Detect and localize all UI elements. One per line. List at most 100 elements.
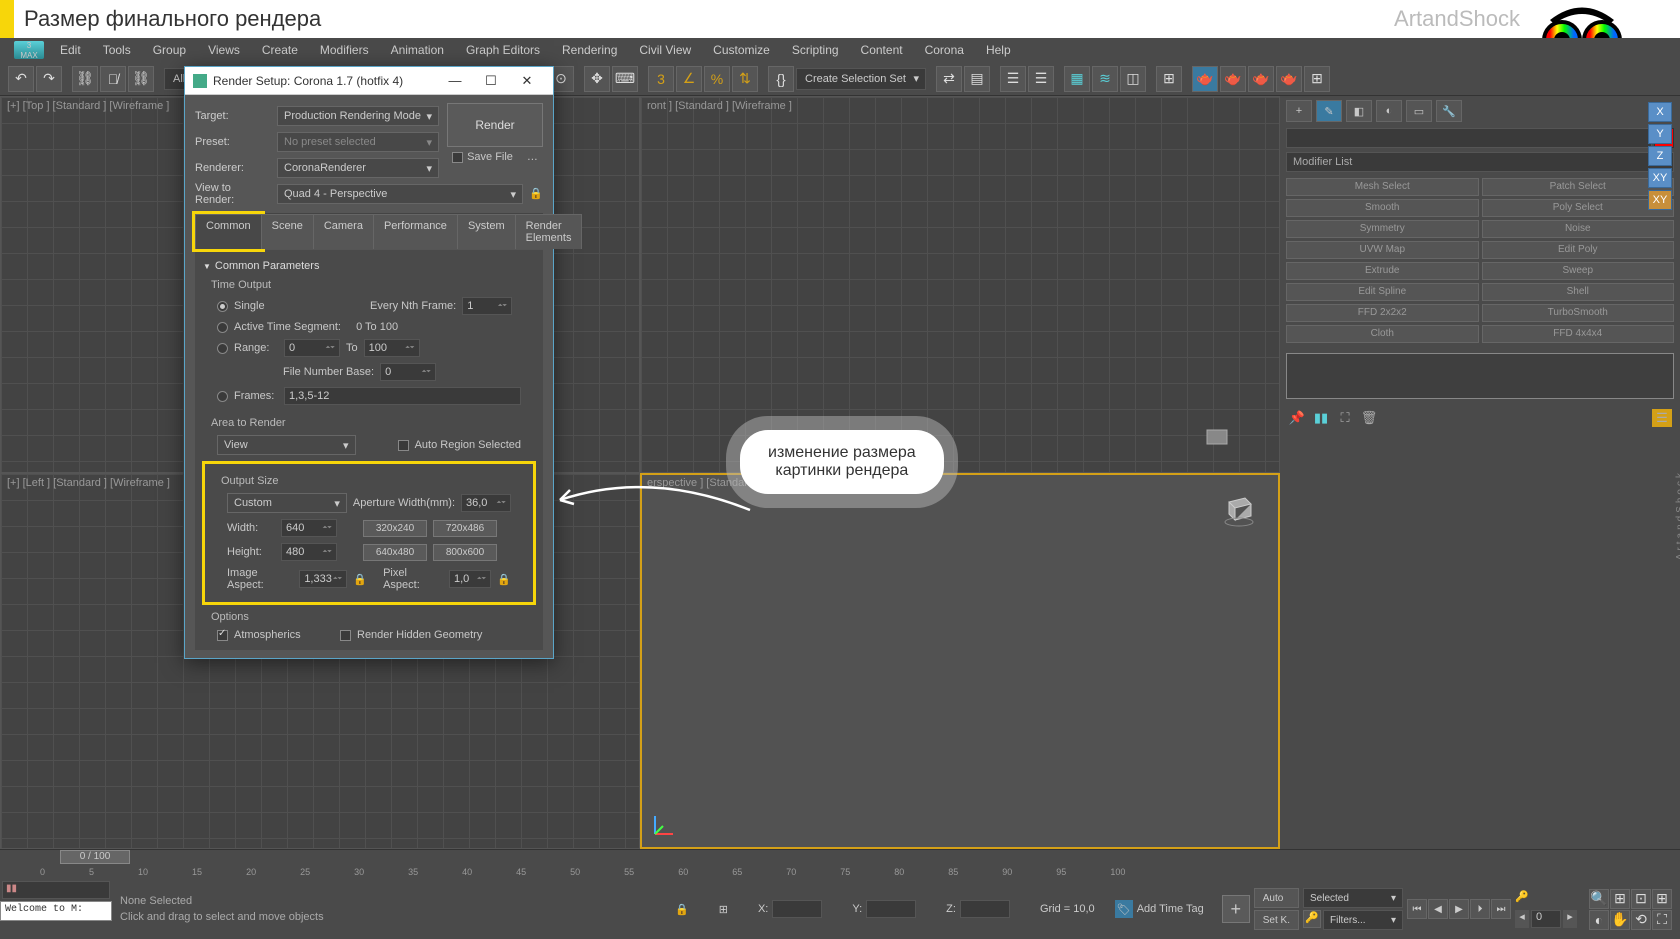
add-key-button[interactable]: +: [1222, 895, 1250, 923]
mod-symmetry[interactable]: Symmetry: [1286, 220, 1479, 238]
y-coord-input[interactable]: [866, 900, 916, 918]
pan-icon[interactable]: ✋: [1610, 910, 1630, 930]
modify-tab[interactable]: ✎: [1316, 100, 1342, 122]
menu-group[interactable]: Group: [143, 40, 196, 60]
setkey-button[interactable]: Set K.: [1254, 910, 1299, 930]
orbit-icon[interactable]: ⟲: [1631, 910, 1651, 930]
preset-320x240[interactable]: 320x240: [363, 520, 427, 537]
display-tab[interactable]: ▭: [1406, 100, 1432, 122]
keymode-icon[interactable]: 🔑: [1303, 910, 1321, 928]
menu-views[interactable]: Views: [198, 40, 250, 60]
maxscript-listener[interactable]: Welcome to M:: [0, 901, 112, 921]
frames-input[interactable]: [284, 387, 521, 405]
mod-polyselect[interactable]: Poly Select: [1482, 199, 1675, 217]
mod-turbosmooth[interactable]: TurboSmooth: [1482, 304, 1675, 322]
pixelaspect-lock-icon[interactable]: 🔒: [497, 573, 511, 586]
create-tab[interactable]: +: [1286, 100, 1312, 122]
timetag-icon[interactable]: 🏷: [1115, 900, 1133, 918]
timeline-thumb[interactable]: 0 / 100: [60, 850, 130, 864]
object-name-input[interactable]: [1286, 128, 1652, 148]
filenum-input[interactable]: 0: [380, 363, 436, 381]
menu-tools[interactable]: Tools: [93, 40, 141, 60]
tab-renderelements[interactable]: Render Elements: [515, 214, 583, 249]
unlink-button[interactable]: ⛓̸: [100, 66, 126, 92]
material-editor-button[interactable]: ⊞: [1156, 66, 1182, 92]
mirror-button[interactable]: ⇄: [936, 66, 962, 92]
tab-performance[interactable]: Performance: [373, 214, 458, 249]
percent-snap-button[interactable]: %: [704, 66, 730, 92]
play-icon[interactable]: ▶: [1449, 899, 1469, 919]
ats-radio[interactable]: [217, 322, 228, 333]
tab-system[interactable]: System: [457, 214, 516, 249]
mod-smooth[interactable]: Smooth: [1286, 199, 1479, 217]
viewport-left-label[interactable]: [+] [Left ] [Standard ] [Wireframe ]: [7, 477, 170, 489]
single-radio[interactable]: [217, 301, 228, 312]
prev-frame-icon[interactable]: ◀: [1428, 899, 1448, 919]
tab-camera[interactable]: Camera: [313, 214, 374, 249]
schematic-button[interactable]: ◫: [1120, 66, 1146, 92]
modifier-stack[interactable]: [1286, 353, 1674, 399]
add-time-tag[interactable]: Add Time Tag: [1137, 903, 1204, 915]
render-frame-button[interactable]: 🫖: [1220, 66, 1246, 92]
zoom-icon[interactable]: 🔍: [1589, 889, 1609, 909]
tab-scene[interactable]: Scene: [261, 214, 314, 249]
angle-snap-button[interactable]: ∠: [676, 66, 702, 92]
mod-editpoly[interactable]: Edit Poly: [1482, 241, 1675, 259]
lock-icon[interactable]: 🔒: [529, 187, 543, 201]
menu-modifiers[interactable]: Modifiers: [310, 40, 379, 60]
axis-xy2-button[interactable]: XY: [1648, 190, 1672, 210]
mod-noise[interactable]: Noise: [1482, 220, 1675, 238]
mod-editspline[interactable]: Edit Spline: [1286, 283, 1479, 301]
keyfilter-selected[interactable]: Selected▾: [1303, 888, 1403, 908]
common-parameters-header[interactable]: Common Parameters: [203, 256, 535, 276]
fov-icon[interactable]: ◐: [1589, 910, 1609, 930]
z-coord-input[interactable]: [960, 900, 1010, 918]
modifier-list-dropdown[interactable]: Modifier List▾: [1286, 152, 1674, 172]
show-end-result-icon[interactable]: ▮▮: [1312, 409, 1330, 427]
current-frame-input[interactable]: 0: [1531, 910, 1561, 928]
outputsize-dropdown[interactable]: Custom▾: [227, 493, 347, 513]
target-dropdown[interactable]: Production Rendering Mode▾: [277, 106, 439, 126]
area-dropdown[interactable]: View▾: [217, 435, 356, 455]
menu-customize[interactable]: Customize: [703, 40, 780, 60]
menu-scripting[interactable]: Scripting: [782, 40, 849, 60]
undo-button[interactable]: ↶: [8, 66, 34, 92]
x-coord-input[interactable]: [772, 900, 822, 918]
menu-edit[interactable]: Edit: [50, 40, 91, 60]
mod-cloth[interactable]: Cloth: [1286, 325, 1479, 343]
selectionset-dropdown[interactable]: Create Selection Set ▾: [796, 68, 926, 90]
axis-z-button[interactable]: Z: [1648, 146, 1672, 166]
dopesheet-button[interactable]: ≋: [1092, 66, 1118, 92]
aperture-input[interactable]: 36,0: [461, 494, 511, 512]
menu-animation[interactable]: Animation: [381, 40, 454, 60]
goto-end-icon[interactable]: ⏭: [1491, 899, 1511, 919]
mod-patchselect[interactable]: Patch Select: [1482, 178, 1675, 196]
menu-content[interactable]: Content: [851, 40, 913, 60]
imageaspect-lock-icon[interactable]: 🔒: [353, 573, 367, 586]
height-input[interactable]: 480: [281, 543, 337, 561]
range-from-input[interactable]: 0: [284, 339, 340, 357]
zoom-extents-icon[interactable]: ⊡: [1631, 889, 1651, 909]
autokey-button[interactable]: Auto: [1254, 888, 1299, 908]
render-iterative-button[interactable]: ⊞: [1304, 66, 1330, 92]
selection-lock-icon[interactable]: 🔒: [675, 903, 689, 916]
mod-sweep[interactable]: Sweep: [1482, 262, 1675, 280]
link-button[interactable]: ⛓: [72, 66, 98, 92]
menu-rendering[interactable]: Rendering: [552, 40, 627, 60]
frame-prev-icon[interactable]: ◂: [1515, 910, 1529, 928]
render-button[interactable]: Render: [447, 103, 543, 147]
mod-uvwmap[interactable]: UVW Map: [1286, 241, 1479, 259]
minimize-button[interactable]: —: [437, 69, 473, 93]
coord-display-icon[interactable]: ⊞: [719, 903, 728, 916]
next-frame-icon[interactable]: ⏵: [1470, 899, 1490, 919]
axis-xy-button[interactable]: XY: [1648, 168, 1672, 188]
menu-corona[interactable]: Corona: [915, 40, 974, 60]
preset-dropdown[interactable]: No preset selected▾: [277, 132, 439, 152]
make-unique-icon[interactable]: ⛶: [1336, 409, 1354, 427]
render-button[interactable]: 🫖: [1248, 66, 1274, 92]
menu-create[interactable]: Create: [252, 40, 308, 60]
autoregion-checkbox[interactable]: [398, 440, 409, 451]
preset-720x486[interactable]: 720x486: [433, 520, 497, 537]
maximize-vp-icon[interactable]: ⛶: [1652, 910, 1672, 930]
mod-shell[interactable]: Shell: [1482, 283, 1675, 301]
